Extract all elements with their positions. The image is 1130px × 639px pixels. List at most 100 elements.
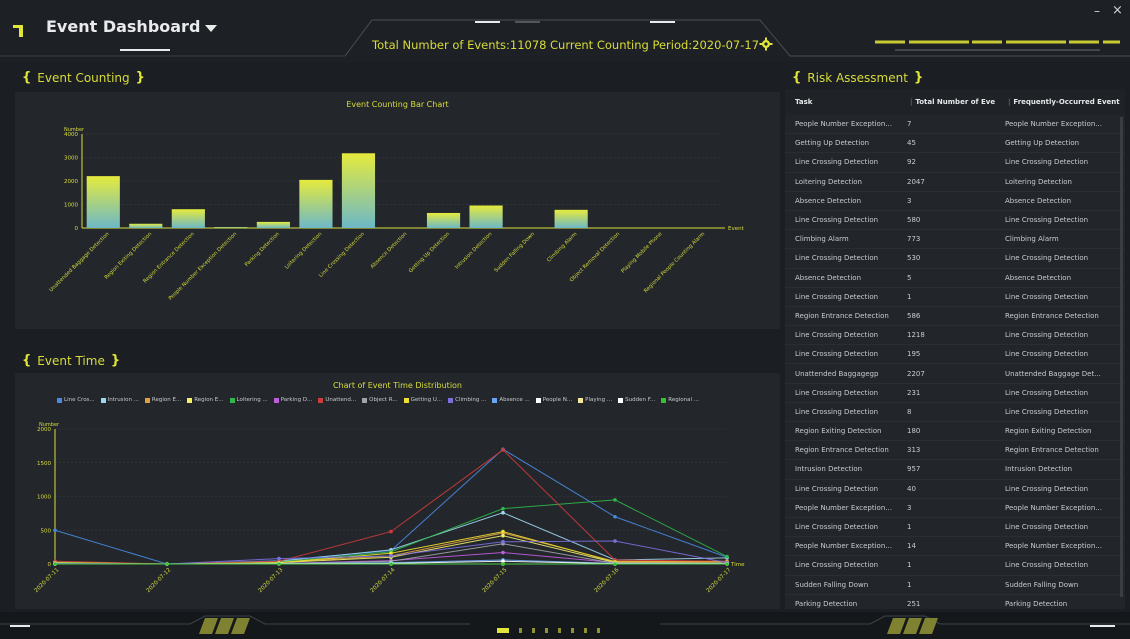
table-row[interactable]: Parking Detection 251 Parking Detection xyxy=(785,595,1125,609)
x-tick-label: 2020-07-16 xyxy=(594,567,621,594)
table-scrollbar[interactable] xyxy=(1120,117,1123,597)
page-dot[interactable] xyxy=(519,628,522,633)
table-row[interactable]: Climbing Alarm 773 Climbing Alarm xyxy=(785,230,1125,250)
table-cell: 5 xyxy=(907,273,912,282)
table-row[interactable]: Region Entrance Detection 586 Region Entra… xyxy=(785,307,1125,327)
table-cell: Absence Detection xyxy=(1005,196,1072,205)
table-cell: Line Crossing Detection xyxy=(1005,523,1089,532)
table-cell: Line Crossing Detection xyxy=(795,216,879,225)
table-cell: Line Crossing Detection xyxy=(795,254,879,263)
table-cell: 1218 xyxy=(907,331,925,340)
table-row[interactable]: Line Crossing Detection 92 Line Crossing D… xyxy=(785,153,1125,173)
app-title: Event Dashboard xyxy=(46,17,201,36)
bar-0 xyxy=(86,176,120,228)
series-point xyxy=(53,562,57,566)
bracket-right-icon: } xyxy=(135,70,145,85)
close-button[interactable]: × xyxy=(1112,3,1123,18)
table-cell: 586 xyxy=(907,311,921,320)
bracket-right-icon: } xyxy=(110,353,121,368)
table-cell: Region Exiting Detection xyxy=(1005,427,1092,436)
column-header-task[interactable]: Task xyxy=(785,98,897,106)
y-tick-label: 1000 xyxy=(64,203,78,209)
table-row[interactable]: Line Crossing Detection 580 Line Crossing … xyxy=(785,211,1125,231)
series-point xyxy=(501,529,505,534)
table-cell: Line Crossing Detection xyxy=(795,350,879,359)
table-cell: Line Crossing Detection xyxy=(1005,407,1089,416)
table-cell: 1 xyxy=(907,523,912,532)
chevron-down-icon[interactable] xyxy=(205,25,217,32)
series-point xyxy=(501,506,505,511)
table-cell: Parking Detection xyxy=(795,599,858,608)
table-cell: 957 xyxy=(907,465,921,474)
table-row[interactable]: Absence Detection 3 Absence Detection xyxy=(785,192,1125,211)
series-point xyxy=(613,498,617,502)
table-cell: 92 xyxy=(907,158,916,167)
section-label: Risk Assessment xyxy=(807,70,908,85)
table-cell: Region Entrance Detection xyxy=(1005,311,1099,320)
x-tick-label: Absence Detection xyxy=(370,231,409,270)
page-dot[interactable] xyxy=(584,628,587,633)
footer-bar xyxy=(0,612,1130,639)
table-cell: Getting Up Detection xyxy=(795,139,870,148)
table-cell: Line Crossing Detection xyxy=(1005,292,1089,301)
x-tick-label: Getting Up Detection xyxy=(408,231,451,274)
page-dot[interactable] xyxy=(497,628,509,633)
column-header-total[interactable]: |Total Number of Events xyxy=(897,98,995,106)
table-cell: 40 xyxy=(907,484,916,493)
table-cell: Unattended Baggagegp xyxy=(795,369,879,378)
x-tick-label: Unattended Baggage Detection xyxy=(48,231,110,293)
page-dot[interactable] xyxy=(532,628,535,633)
series-point xyxy=(501,539,505,544)
x-tick-label: 2020-07-15 xyxy=(482,567,509,594)
page-dot[interactable] xyxy=(571,628,574,633)
gear-icon[interactable] xyxy=(759,37,773,51)
table-cell: Line Crossing Detection xyxy=(1005,158,1089,167)
pagination xyxy=(497,628,600,633)
table-row[interactable]: Line Crossing Detection 1 Line Crossing De… xyxy=(785,288,1125,307)
table-row[interactable]: People Number Exception... 7 People Number… xyxy=(785,115,1125,135)
table-row[interactable]: Absence Detection 5 Absence Detection xyxy=(785,269,1125,288)
line-chart-panel: Chart of Event Time Distribution Line Cr… xyxy=(15,373,780,609)
table-row[interactable]: People Number Exception... 3 People Number… xyxy=(785,499,1125,518)
table-row[interactable]: Getting Up Detection 45 Getting Up Detecti… xyxy=(785,134,1125,154)
y-tick-label: 1000 xyxy=(37,495,51,501)
table-row[interactable]: Line Crossing Detection 1 Line Crossing De… xyxy=(785,518,1125,538)
table-row[interactable]: People Number Exception... 14 People Numbe… xyxy=(785,537,1125,557)
series-point xyxy=(501,533,505,538)
minimize-button[interactable]: – xyxy=(1094,4,1100,18)
bracket-left-icon: { xyxy=(22,70,32,85)
table-row[interactable]: Line Crossing Detection 1218 Line Crossing… xyxy=(785,326,1125,346)
page-dot[interactable] xyxy=(597,628,600,633)
table-row[interactable]: Region Entrance Detection 313 Region Entra… xyxy=(785,441,1125,461)
table-row[interactable]: Unattended Baggagegp 2207 Unattended Bagga… xyxy=(785,364,1125,384)
table-cell: 7 xyxy=(907,120,912,129)
table-row[interactable]: Line Crossing Detection 1 Line Crossing De… xyxy=(785,556,1125,576)
table-row[interactable]: Intrusion Detection 957 Intrusion Detectio… xyxy=(785,460,1125,480)
table-row[interactable]: Line Crossing Detection 195 Line Crossing … xyxy=(785,345,1125,365)
table-cell: People Number Exception... xyxy=(795,120,892,129)
table-row[interactable]: Line Crossing Detection 530 Line Crossing … xyxy=(785,249,1125,269)
table-cell: Region Entrance Detection xyxy=(1005,446,1099,455)
table-cell: 45 xyxy=(907,139,916,148)
table-cell: 251 xyxy=(907,599,921,608)
x-tick-label: 2020-07-14 xyxy=(370,567,397,594)
y-tick-label: 3000 xyxy=(64,156,78,162)
page-dot[interactable] xyxy=(558,628,561,633)
table-cell: Line Crossing Detection xyxy=(1005,484,1089,493)
table-cell: 3 xyxy=(907,503,912,512)
table-cell: 2047 xyxy=(907,177,925,186)
table-row[interactable]: Line Crossing Detection 8 Line Crossing De… xyxy=(785,403,1125,422)
series-point xyxy=(501,550,505,555)
table-row[interactable]: Line Crossing Detection 40 Line Crossing D… xyxy=(785,480,1125,499)
table-row[interactable]: Sudden Falling Down 1 Sudden Falling Down xyxy=(785,576,1125,595)
section-label: Event Counting xyxy=(37,70,130,85)
page-dot[interactable] xyxy=(545,628,548,633)
table-row[interactable]: Region Exiting Detection 180 Region Exitin… xyxy=(785,422,1125,442)
risk-table-body: People Number Exception... 7 People Number… xyxy=(785,115,1125,609)
table-row[interactable]: Loitering Detection 2047 Loitering Detecti… xyxy=(785,173,1125,192)
series-point xyxy=(725,562,729,566)
series-point xyxy=(501,562,505,566)
table-cell: 3 xyxy=(907,196,912,205)
column-header-frequent[interactable]: | Frequently-Occurred Event xyxy=(995,98,1125,106)
table-row[interactable]: Line Crossing Detection 231 Line Crossing … xyxy=(785,384,1125,403)
